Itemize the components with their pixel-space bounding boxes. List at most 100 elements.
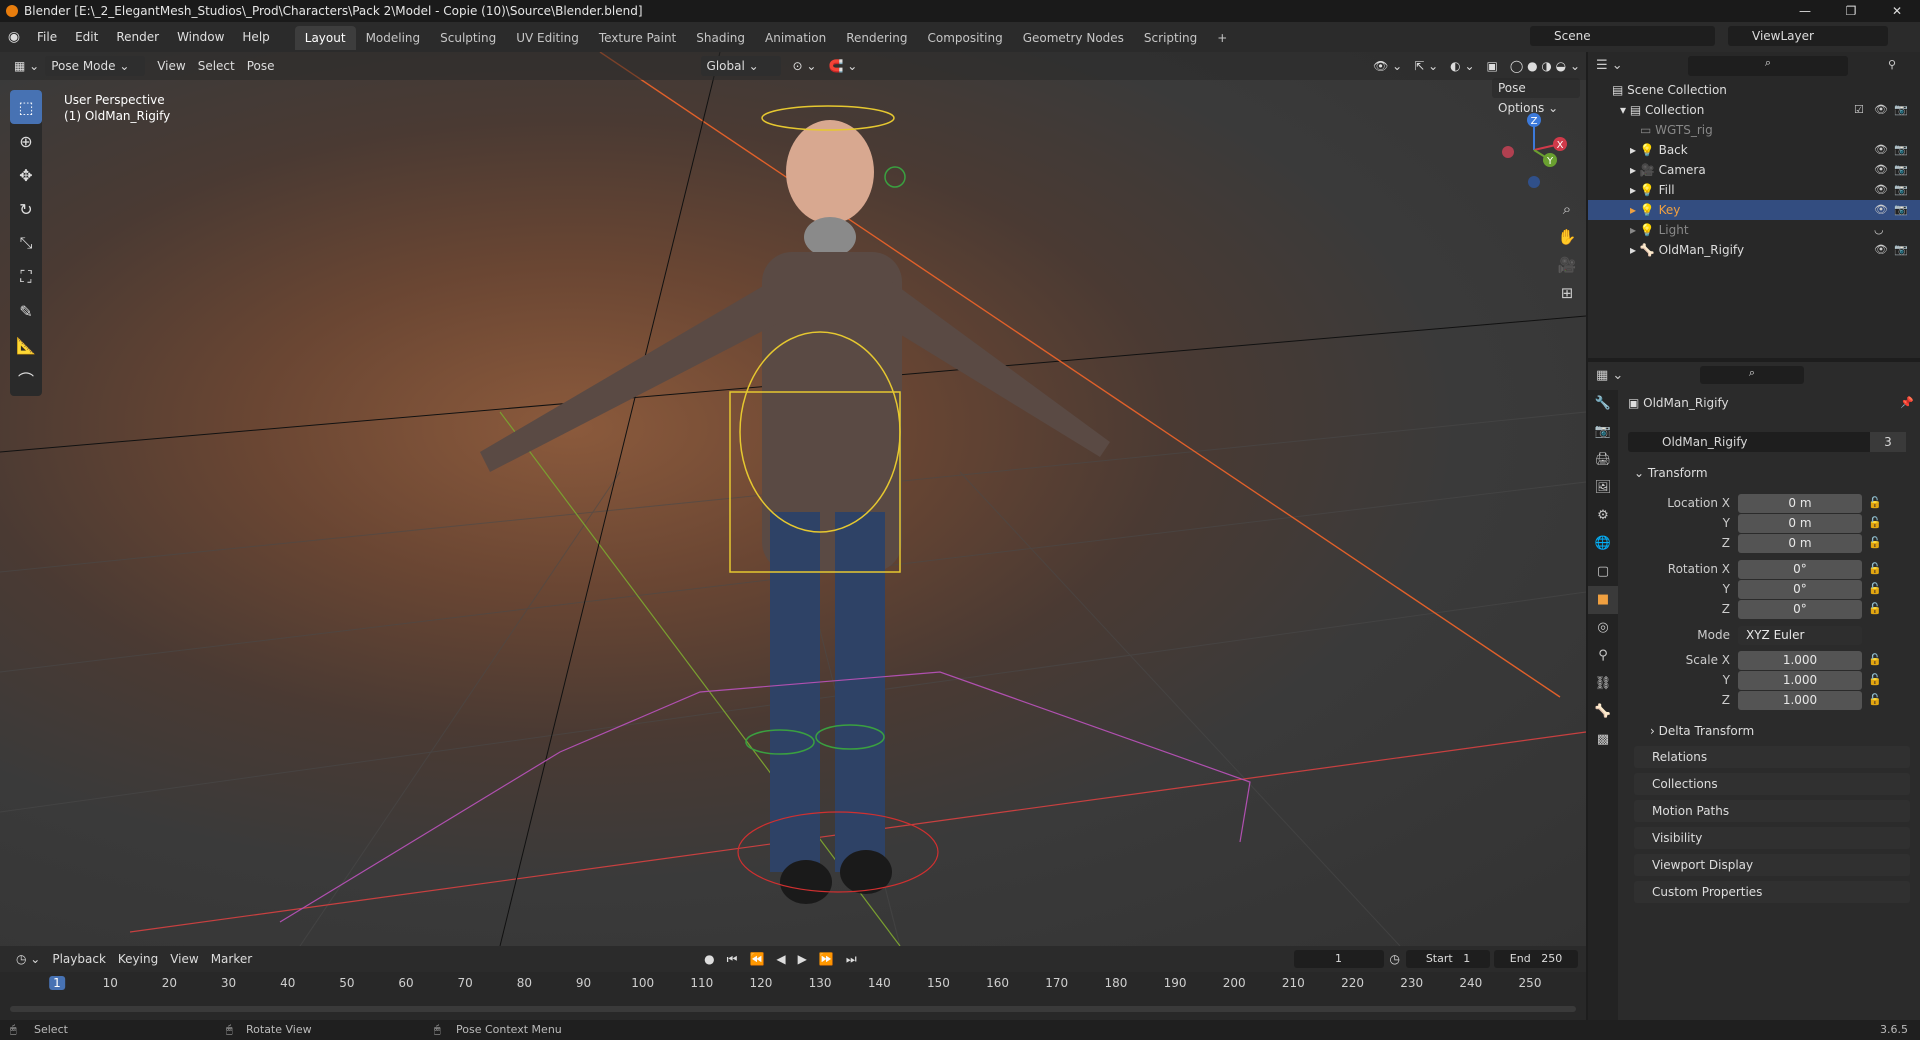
location-z-field[interactable]: 0 m — [1738, 534, 1862, 553]
menu-window[interactable]: Window — [168, 22, 233, 52]
collections-panel-header[interactable]: Collections — [1634, 773, 1910, 795]
annotate-tool[interactable]: ✎ — [10, 294, 42, 328]
tab-animation[interactable]: Animation — [755, 26, 836, 50]
scale-y-field[interactable]: 1.000 — [1738, 671, 1862, 690]
pin-icon[interactable]: 📌 — [1900, 396, 1914, 409]
eye-icon[interactable]: 👁 — [1874, 180, 1888, 200]
timeline-editor-icon[interactable]: ◷ ⌄ — [10, 949, 46, 969]
close-button[interactable]: ✕ — [1874, 0, 1920, 22]
lock-icon[interactable]: 🔓 — [1868, 653, 1882, 666]
add-workspace-button[interactable]: + — [1207, 26, 1237, 50]
jump-start-icon[interactable]: ⏮ — [721, 949, 744, 969]
texture-tab-icon[interactable]: ▩ — [1588, 726, 1618, 754]
object-name-field[interactable]: OldMan_Rigify — [1628, 432, 1906, 452]
viewport-menu-pose[interactable]: Pose — [241, 56, 281, 76]
eye-icon[interactable]: 👁 — [1874, 200, 1888, 220]
play-icon[interactable]: ▶ — [792, 949, 813, 969]
outliner-item-camera[interactable]: ▸ 🎥 Camera 👁 📷 — [1588, 160, 1920, 180]
3d-viewport[interactable]: User Perspective (1) OldMan_Rigify ⬚ ⊕ ✥… — [0, 52, 1586, 946]
eye-closed-icon[interactable]: ◡ — [1874, 220, 1884, 240]
outliner-search-input[interactable]: ⌕ — [1688, 56, 1848, 76]
tab-geometry-nodes[interactable]: Geometry Nodes — [1013, 26, 1134, 50]
output-tab-icon[interactable]: 🖨 — [1588, 446, 1618, 474]
current-frame-field[interactable]: 1 — [1293, 950, 1384, 968]
timeline-view-menu[interactable]: View — [164, 949, 204, 969]
eye-icon[interactable]: 👁 — [1874, 240, 1888, 260]
tab-layout[interactable]: Layout — [294, 26, 356, 50]
orientation-dropdown[interactable]: Global ⌄ — [700, 56, 781, 76]
camera-render-icon[interactable]: 📷 — [1894, 100, 1908, 120]
outliner-item-key[interactable]: ▸ 💡 Key 👁 📷 — [1588, 200, 1920, 220]
editor-type-icon[interactable]: ▦ ⌄ — [8, 56, 45, 76]
shading-modes-icon[interactable]: ◯ ● ◑ ◒ ⌄ — [1504, 56, 1586, 76]
rotation-z-field[interactable]: 0° — [1738, 600, 1862, 619]
tab-rendering[interactable]: Rendering — [836, 26, 917, 50]
tab-sculpting[interactable]: Sculpting — [430, 26, 506, 50]
timeline[interactable]: 1 10 20 30 40 50 60 70 80 90 100 110 120 130 140 150 160… — [0, 972, 1586, 1020]
current-frame-marker[interactable]: 1 — [49, 976, 65, 990]
transform-tool[interactable]: ⛶ — [10, 260, 42, 294]
properties-editor-icon[interactable]: ▦ ⌄ — [1596, 368, 1623, 383]
clock-icon[interactable]: ◷ — [1384, 949, 1406, 969]
scale-tool[interactable]: ⤡ — [10, 226, 42, 260]
lock-icon[interactable]: 🔓 — [1868, 582, 1882, 595]
camera-render-icon[interactable]: 📷 — [1894, 200, 1908, 220]
tab-modeling[interactable]: Modeling — [356, 26, 431, 50]
delta-transform-header[interactable]: › Delta Transform — [1650, 724, 1754, 738]
move-tool[interactable]: ✥ — [10, 158, 42, 192]
pivot-icon[interactable]: ⊙ ⌄ — [787, 56, 823, 76]
lock-icon[interactable]: 🔓 — [1868, 562, 1882, 575]
camera-render-icon[interactable]: 📷 — [1894, 240, 1908, 260]
maximize-button[interactable]: ❐ — [1828, 0, 1874, 22]
lock-icon[interactable]: 🔓 — [1868, 673, 1882, 686]
eye-icon[interactable]: 👁 — [1874, 140, 1888, 160]
tab-shading[interactable]: Shading — [686, 26, 755, 50]
camera-render-icon[interactable]: 📷 — [1894, 160, 1908, 180]
rotation-mode-dropdown[interactable]: XYZ Euler — [1738, 626, 1862, 645]
cursor-tool[interactable]: ⊕ — [10, 124, 42, 158]
minimize-button[interactable]: — — [1782, 0, 1828, 22]
overlay-icon[interactable]: ◐ ⌄ — [1444, 56, 1480, 76]
lock-icon[interactable]: 🔓 — [1868, 693, 1882, 706]
navigation-gizmo[interactable]: Z X Y — [1494, 108, 1574, 192]
rotation-y-field[interactable]: 0° — [1738, 580, 1862, 599]
viewport-menu-select[interactable]: Select — [192, 56, 241, 76]
relax-pose-tool[interactable]: ⌒ — [10, 362, 42, 396]
outliner-editor-icon[interactable]: ☰ ⌄ — [1596, 58, 1623, 73]
grid-view-icon[interactable]: ⊞ — [1554, 280, 1580, 306]
zoom-icon[interactable]: ⌕ — [1554, 196, 1580, 222]
tab-scripting[interactable]: Scripting — [1134, 26, 1207, 50]
camera-render-icon[interactable]: 📷 — [1894, 140, 1908, 160]
play-reverse-icon[interactable]: ◀ — [770, 949, 791, 969]
next-keyframe-icon[interactable]: ⏩ — [813, 949, 840, 969]
menu-edit[interactable]: Edit — [66, 22, 107, 52]
tab-texture-paint[interactable]: Texture Paint — [589, 26, 686, 50]
neg-z-handle[interactable] — [1528, 176, 1540, 188]
outliner-item-fill[interactable]: ▸ 💡 Fill 👁 📷 — [1588, 180, 1920, 200]
pan-hand-icon[interactable]: ✋ — [1554, 224, 1580, 250]
lock-icon[interactable]: 🔓 — [1868, 602, 1882, 615]
mode-dropdown[interactable]: Pose Mode ⌄ — [45, 56, 146, 76]
visibility-icon[interactable]: 👁 ⌄ — [1367, 56, 1408, 76]
end-frame-field[interactable]: End 250 — [1494, 950, 1578, 968]
viewport-menu-view[interactable]: View — [151, 56, 191, 76]
collection-expand-icon[interactable]: ▾ ▤ — [1620, 103, 1645, 117]
pose-options-dropdown[interactable]: Pose Options ⌄ — [1492, 78, 1580, 115]
scale-x-field[interactable]: 1.000 — [1738, 651, 1862, 670]
collection-checkbox-icon[interactable]: ☑ — [1854, 100, 1864, 120]
motion-paths-panel-header[interactable]: Motion Paths — [1634, 800, 1910, 822]
visibility-panel-header[interactable]: Visibility — [1634, 827, 1910, 849]
timeline-scrollbar[interactable] — [10, 1006, 1576, 1012]
select-box-tool[interactable]: ⬚ — [10, 90, 42, 124]
camera-render-icon[interactable]: 📷 — [1894, 180, 1908, 200]
menu-file[interactable]: File — [28, 22, 66, 52]
properties-search-input[interactable]: ⌕ — [1700, 366, 1804, 384]
rotation-x-field[interactable]: 0° — [1738, 560, 1862, 579]
neg-x-handle[interactable] — [1502, 146, 1514, 158]
transform-panel-header[interactable]: ⌄ Transform — [1634, 466, 1708, 480]
lock-icon[interactable]: 🔓 — [1868, 536, 1882, 549]
scale-z-field[interactable]: 1.000 — [1738, 691, 1862, 710]
playback-menu[interactable]: Playback — [46, 949, 112, 969]
prev-keyframe-icon[interactable]: ⏪ — [743, 949, 770, 969]
outliner-item-wgts-rig[interactable]: ▭ WGTS_rig — [1588, 120, 1920, 140]
